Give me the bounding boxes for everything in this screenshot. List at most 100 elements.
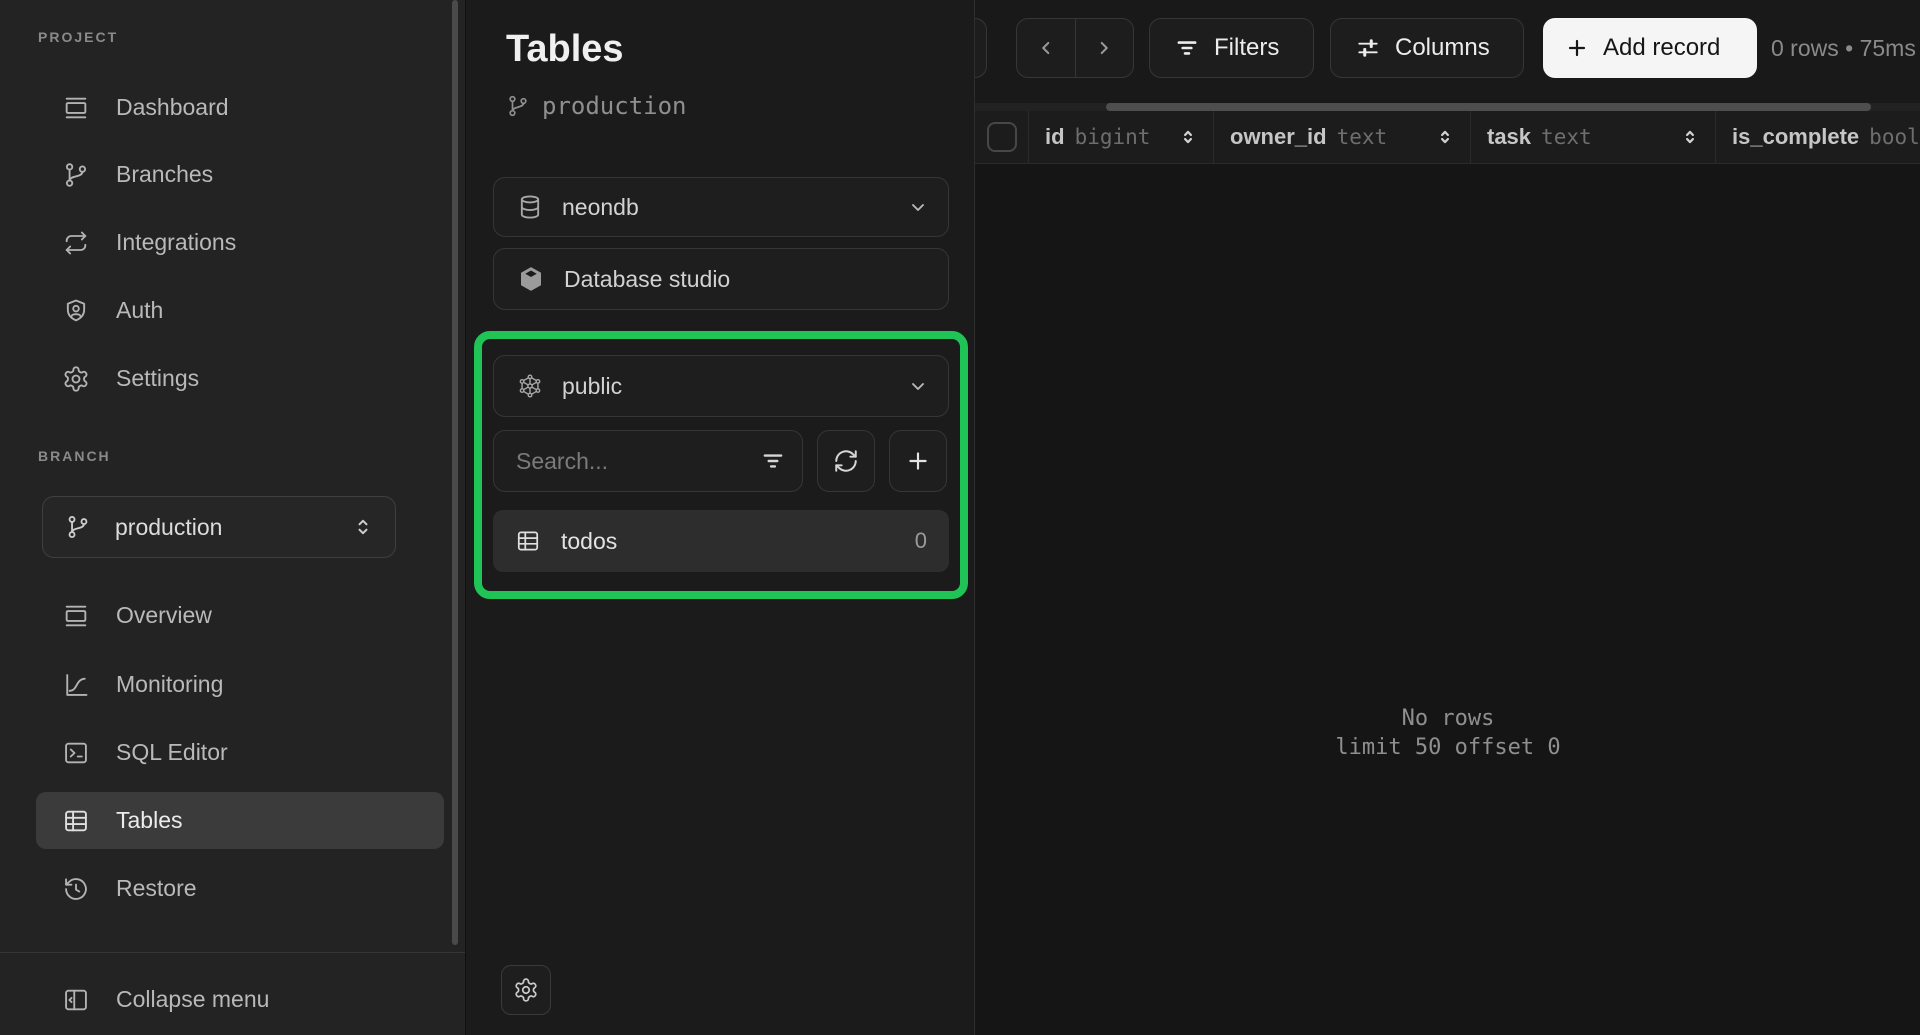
sidebar-item-auth[interactable]: Auth xyxy=(36,282,444,339)
sql-editor-icon xyxy=(62,739,90,767)
page-title: Tables xyxy=(506,28,624,71)
chevron-down-icon xyxy=(906,195,930,219)
collapse-panel-icon xyxy=(62,986,90,1014)
collapse-menu-button[interactable]: Collapse menu xyxy=(36,971,444,1028)
sidebar-item-label: Tables xyxy=(116,807,182,834)
database-studio-button[interactable]: Database studio xyxy=(493,248,949,310)
sidebar-item-label: SQL Editor xyxy=(116,739,228,766)
previous-page-button[interactable] xyxy=(1017,19,1075,77)
sidebar-item-label: Overview xyxy=(116,602,212,629)
empty-state: No rows limit 50 offset 0 xyxy=(975,704,1920,762)
sidebar-item-label: Restore xyxy=(116,875,197,902)
column-header-task[interactable]: task text xyxy=(1471,111,1716,163)
database-name: neondb xyxy=(562,194,639,221)
column-type: text xyxy=(1541,125,1592,149)
columns-sliders-icon xyxy=(1355,35,1381,61)
clipped-toolbar-button[interactable] xyxy=(975,18,987,78)
collapse-menu-label: Collapse menu xyxy=(116,986,269,1013)
schema-icon xyxy=(516,372,544,400)
overview-icon xyxy=(62,602,90,630)
column-header-id[interactable]: id bigint xyxy=(1029,111,1214,163)
monitoring-chart-icon xyxy=(62,671,90,699)
next-page-button[interactable] xyxy=(1075,19,1134,77)
columns-label: Columns xyxy=(1395,34,1490,62)
app-window: PROJECT Dashboard Branches Int xyxy=(0,0,1920,1035)
database-selector[interactable]: neondb xyxy=(493,177,949,237)
search-input[interactable] xyxy=(516,448,760,475)
sidebar-item-integrations[interactable]: Integrations xyxy=(36,214,444,271)
filter-icon[interactable] xyxy=(760,448,786,474)
pagination-group xyxy=(1016,18,1134,78)
sidebar-item-label: Integrations xyxy=(116,229,236,256)
integrations-icon xyxy=(62,229,90,257)
sidebar-item-label: Auth xyxy=(116,297,163,324)
branch-icon xyxy=(62,161,90,189)
sidebar-item-dashboard[interactable]: Dashboard xyxy=(36,79,444,136)
auth-shield-icon xyxy=(62,297,90,325)
select-all-checkbox[interactable] xyxy=(987,122,1017,152)
sort-icon xyxy=(1177,126,1199,148)
column-name: task xyxy=(1487,124,1531,150)
sidebar-item-label: Monitoring xyxy=(116,671,223,698)
sidebar-scrollbar[interactable] xyxy=(452,0,458,945)
table-list-item-todos[interactable]: todos 0 xyxy=(493,510,949,572)
panel-settings-button[interactable] xyxy=(501,965,551,1015)
column-name: is_complete xyxy=(1732,124,1859,150)
branch-selector[interactable]: production xyxy=(42,496,396,558)
sidebar-divider xyxy=(0,952,465,953)
sort-icon xyxy=(1434,126,1456,148)
database-icon xyxy=(516,193,544,221)
plus-icon xyxy=(1565,36,1589,60)
gear-icon xyxy=(62,365,90,393)
chevron-right-icon xyxy=(1093,37,1115,59)
add-record-button[interactable]: Add record xyxy=(1543,18,1757,78)
restore-history-icon xyxy=(62,875,90,903)
table-name: todos xyxy=(561,528,617,555)
dashboard-icon xyxy=(62,94,90,122)
sort-icon xyxy=(1679,126,1701,148)
sidebar-item-label: Dashboard xyxy=(116,94,229,121)
grid-body: No rows limit 50 offset 0 xyxy=(975,164,1920,1035)
empty-state-line1: No rows xyxy=(975,704,1920,733)
rows-info: 0 rows • 75ms xyxy=(1771,0,1916,96)
horizontal-scrollbar xyxy=(975,103,1920,111)
sidebar-item-branches[interactable]: Branches xyxy=(36,146,444,203)
sidebar-item-label: Settings xyxy=(116,365,199,392)
sidebar-item-tables[interactable]: Tables xyxy=(36,792,444,849)
sidebar-item-monitoring[interactable]: Monitoring xyxy=(36,656,444,713)
table-icon xyxy=(515,528,541,554)
select-all-cell xyxy=(975,111,1029,163)
sidebar-item-sql-editor[interactable]: SQL Editor xyxy=(36,724,444,781)
refresh-icon xyxy=(833,448,859,474)
refresh-button[interactable] xyxy=(817,430,875,492)
tables-panel: Tables production neondb xyxy=(465,0,974,1035)
add-table-button[interactable] xyxy=(889,430,947,492)
column-type: bigint xyxy=(1075,125,1151,149)
branch-selector-value: production xyxy=(115,514,222,541)
columns-button[interactable]: Columns xyxy=(1330,18,1524,78)
sidebar-item-label: Branches xyxy=(116,161,213,188)
chevrons-up-down-icon xyxy=(351,515,375,539)
column-header-owner-id[interactable]: owner_id text xyxy=(1214,111,1471,163)
tables-grid-icon xyxy=(62,807,90,835)
add-record-label: Add record xyxy=(1603,34,1720,62)
database-studio-cube-icon xyxy=(516,264,546,294)
branch-icon xyxy=(65,514,91,540)
sidebar-item-settings[interactable]: Settings xyxy=(36,350,444,407)
schema-name: public xyxy=(562,373,622,400)
filters-button[interactable]: Filters xyxy=(1149,18,1314,78)
branch-name: production xyxy=(542,92,687,120)
empty-state-line2: limit 50 offset 0 xyxy=(975,733,1920,762)
breadcrumb-branch: production xyxy=(506,92,687,120)
chevron-down-icon xyxy=(906,374,930,398)
schema-selector[interactable]: public xyxy=(493,355,949,417)
column-header-is-complete[interactable]: is_complete bool xyxy=(1716,111,1920,163)
branch-section-label: BRANCH xyxy=(38,448,111,464)
project-section-label: PROJECT xyxy=(38,29,118,45)
horizontal-scrollbar-thumb[interactable] xyxy=(1106,103,1871,111)
column-name: id xyxy=(1045,124,1065,150)
sidebar-item-restore[interactable]: Restore xyxy=(36,860,444,917)
plus-icon xyxy=(905,448,931,474)
sidebar-item-overview[interactable]: Overview xyxy=(36,587,444,644)
branch-icon xyxy=(506,94,530,118)
